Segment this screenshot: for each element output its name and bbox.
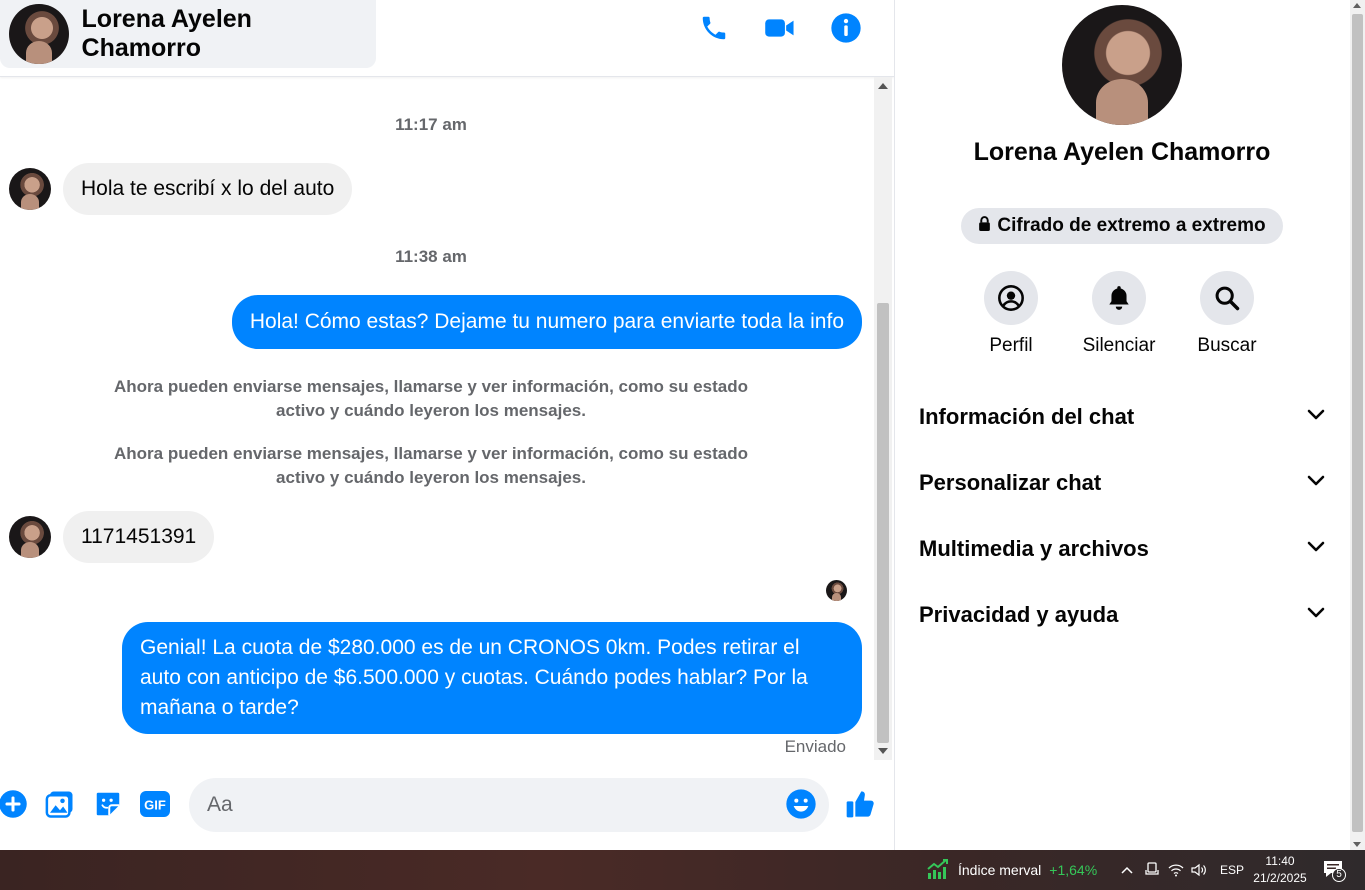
message-bubble-outgoing[interactable]: Hola! Cómo estas? Dejame tu numero para … (231, 295, 862, 349)
seen-avatar (826, 580, 847, 601)
scroll-down-arrow[interactable] (878, 748, 888, 754)
chevron-down-icon (1307, 540, 1325, 558)
plus-icon[interactable] (0, 788, 29, 820)
encryption-badge[interactable]: Cifrado de extremo a extremo (961, 208, 1283, 244)
chevron-up-icon[interactable] (1120, 850, 1134, 890)
section-chat-info[interactable]: Información del chat (919, 397, 1325, 437)
section-label: Información del chat (919, 404, 1135, 429)
mute-action[interactable]: Silenciar (1065, 271, 1173, 357)
search-action[interactable]: Buscar (1173, 271, 1281, 357)
chevron-down-icon (1307, 606, 1325, 624)
sender-avatar[interactable] (9, 168, 51, 210)
message-list[interactable]: 11:17 am Hola te escribí x lo del auto 1… (0, 77, 874, 760)
action-label: Perfil (989, 335, 1033, 356)
gif-icon[interactable]: GIF (139, 788, 171, 820)
phone-icon[interactable] (696, 10, 732, 46)
scroll-down-arrow[interactable] (1353, 842, 1361, 847)
profile-name: Lorena Ayelen Chamorro (973, 138, 1271, 166)
emoji-icon[interactable] (785, 788, 817, 820)
thumbs-up-icon[interactable] (844, 788, 876, 820)
chat-info-panel: Lorena Ayelen Chamorro Cifrado de extrem… (894, 0, 1350, 850)
chevron-down-icon (1307, 408, 1325, 426)
info-icon[interactable] (828, 10, 864, 46)
notification-badge: 5 (1332, 868, 1346, 882)
chat-scrollbar[interactable] (874, 77, 892, 760)
stock-widget[interactable]: Índice merval +1,64% (926, 850, 1097, 890)
section-customize-chat[interactable]: Personalizar chat (919, 463, 1325, 503)
messenger-app: Lorena Ayelen Chamorro 11:17 am Hola te … (0, 0, 1365, 850)
chevron-down-icon (1307, 474, 1325, 492)
system-notice: Ahora pueden enviarse mensajes, llamarse… (114, 377, 748, 420)
lock-icon (978, 215, 991, 237)
system-notice: Ahora pueden enviarse mensajes, llamarse… (114, 444, 748, 487)
chart-up-icon (926, 858, 950, 883)
profile-icon[interactable] (984, 271, 1038, 325)
contact-avatar[interactable] (9, 4, 69, 64)
scroll-up-arrow[interactable] (878, 83, 888, 89)
language-indicator[interactable]: ESP (1220, 850, 1244, 890)
chat-header: Lorena Ayelen Chamorro (0, 0, 894, 77)
system-clock[interactable]: 11:40 21/2/2025 (1248, 853, 1312, 887)
stock-label: Índice merval (958, 862, 1042, 878)
message-timestamp: 11:17 am (395, 115, 467, 134)
encryption-label: Cifrado de extremo a extremo (997, 215, 1266, 236)
scroll-up-arrow[interactable] (1353, 3, 1361, 8)
contact-name[interactable]: Lorena Ayelen Chamorro (82, 5, 376, 63)
composer: GIF (0, 770, 894, 840)
chat-pane: Lorena Ayelen Chamorro 11:17 am Hola te … (0, 0, 894, 850)
notification-center[interactable]: 5 (1322, 850, 1346, 890)
clock-date: 21/2/2025 (1253, 871, 1307, 885)
action-label: Buscar (1197, 335, 1257, 356)
message-bubble-incoming[interactable]: 1171451391 (63, 511, 215, 563)
section-media-files[interactable]: Multimedia y archivos (919, 529, 1325, 569)
contact-chip[interactable]: Lorena Ayelen Chamorro (0, 0, 376, 68)
message-bubble-outgoing[interactable]: Genial! La cuota de $280.000 es de un CR… (122, 622, 862, 734)
section-label: Personalizar chat (919, 470, 1102, 495)
action-label: Silenciar (1082, 335, 1156, 356)
clock-time: 11:40 (1265, 854, 1295, 868)
sticker-icon[interactable] (92, 788, 124, 820)
notification-icon: 5 (1322, 859, 1346, 882)
message-bubble-incoming[interactable]: Hola te escribí x lo del auto (63, 163, 353, 215)
volume-icon[interactable] (1191, 850, 1207, 890)
page-scrollbar[interactable] (1350, 0, 1365, 850)
stock-value: +1,64% (1049, 862, 1098, 878)
message-row-incoming: 1171451391 (9, 511, 215, 563)
profile-action[interactable]: Perfil (957, 271, 1065, 357)
section-label: Multimedia y archivos (919, 536, 1149, 561)
header-actions (696, 10, 864, 46)
bell-icon[interactable] (1092, 271, 1146, 325)
sender-avatar[interactable] (9, 516, 51, 558)
search-icon[interactable] (1200, 271, 1254, 325)
scroll-thumb[interactable] (1352, 14, 1363, 832)
message-timestamp: 11:38 am (395, 247, 467, 266)
profile-avatar[interactable] (1062, 5, 1182, 125)
profile-actions: Perfil Silenciar Buscar (957, 271, 1281, 357)
message-input[interactable] (189, 778, 829, 832)
image-icon[interactable] (44, 788, 76, 820)
gif-label: GIF (144, 798, 166, 813)
wifi-icon[interactable] (1168, 850, 1184, 890)
taskbar: Índice merval +1,64% ESP 11:40 21/2/2025… (0, 850, 1365, 890)
message-row-incoming: Hola te escribí x lo del auto (9, 163, 353, 215)
section-privacy-help[interactable]: Privacidad y ayuda (919, 595, 1325, 635)
video-icon[interactable] (762, 10, 798, 46)
section-label: Privacidad y ayuda (919, 602, 1119, 627)
scroll-thumb[interactable] (877, 303, 889, 743)
message-status: Enviado (784, 737, 846, 756)
meet-now-icon[interactable] (1145, 850, 1159, 890)
